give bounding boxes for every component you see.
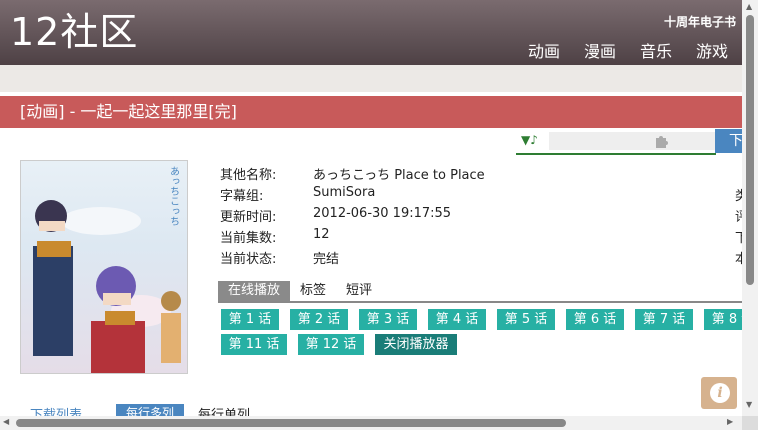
cover-image: あっちこっち: [20, 160, 188, 374]
puzzle-icon: [653, 133, 669, 153]
info-key: 更新时间:: [220, 210, 277, 225]
episode-button[interactable]: 第 7 话: [635, 309, 693, 330]
episode-button[interactable]: 第 12 话: [298, 334, 364, 355]
multi-column-toggle[interactable]: 每行多列: [116, 404, 185, 416]
nav-item-manga[interactable]: 漫画: [584, 38, 616, 62]
svg-text:あっちこっち: あっちこっち: [168, 166, 179, 226]
download-button[interactable]: 下: [715, 129, 745, 153]
site-logo[interactable]: 12社区: [10, 10, 138, 54]
nav-item-anime[interactable]: 动画: [528, 38, 560, 62]
info-row: 字幕组: SumiSora: [220, 185, 485, 206]
info-icon: i: [710, 383, 730, 403]
info-value: 12: [313, 227, 330, 242]
scroll-down-icon[interactable]: ▼: [746, 400, 752, 409]
info-key: 其他名称:: [220, 168, 277, 183]
close-player-button[interactable]: 关闭播放器: [375, 334, 457, 355]
nav-item-music[interactable]: 音乐: [640, 38, 672, 62]
episode-button[interactable]: 第 3 话: [359, 309, 417, 330]
scroll-right-icon[interactable]: ▶: [727, 417, 733, 426]
info-table: 其他名称: あっちこっち Place to Place 字幕组: SumiSor…: [220, 164, 485, 269]
scroll-up-icon[interactable]: ▲: [746, 2, 752, 11]
horizontal-scrollbar[interactable]: ◀ ▶: [0, 416, 742, 430]
music-player[interactable]: ▼♪: [516, 129, 729, 155]
tab-short-reviews[interactable]: 短评: [336, 281, 382, 301]
player-bar: [549, 132, 729, 150]
info-value: あっちこっち Place to Place: [313, 168, 485, 183]
info-row: 当前状态: 完结: [220, 248, 485, 269]
download-list-label: 下载列表: [30, 408, 83, 416]
page-title: [动画] - 一起一起这里那里[完]: [0, 96, 742, 128]
info-key: 当前状态:: [220, 252, 277, 267]
episode-button[interactable]: 第 5 话: [497, 309, 555, 330]
music-note-icon[interactable]: ▼♪: [521, 133, 538, 147]
episode-button[interactable]: 第 6 话: [566, 309, 624, 330]
tab-online-play[interactable]: 在线播放: [218, 281, 291, 301]
info-key: 字幕组:: [220, 189, 264, 204]
horizontal-scroll-thumb[interactable]: [16, 419, 566, 427]
main-nav: 动画 漫画 音乐 游戏: [528, 38, 728, 62]
episode-button[interactable]: 第 4 话: [428, 309, 486, 330]
episode-button[interactable]: 第 2 话: [290, 309, 348, 330]
download-list-header: 下载列表 每行多列 每行单列: [0, 404, 742, 416]
info-row: 更新时间: 2012-06-30 19:17:55: [220, 206, 485, 227]
info-key: 当前集数:: [220, 231, 277, 246]
nav-item-games[interactable]: 游戏: [696, 38, 728, 62]
episode-button[interactable]: 第 11 话: [221, 334, 287, 355]
scroll-left-icon[interactable]: ◀: [3, 417, 9, 426]
ebook-link[interactable]: 十周年电子书: [664, 13, 736, 30]
sub-header-band: [0, 65, 742, 92]
info-row: 当前集数: 12: [220, 227, 485, 248]
episode-button[interactable]: 第 1 话: [221, 309, 279, 330]
tab-tags[interactable]: 标签: [290, 281, 336, 301]
vertical-scrollbar[interactable]: ▲ ▼: [742, 0, 758, 430]
info-value[interactable]: SumiSora: [313, 185, 375, 206]
info-row: 其他名称: あっちこっち Place to Place: [220, 164, 485, 185]
info-value: 2012-06-30 19:17:55: [313, 206, 452, 221]
single-column-toggle[interactable]: 每行单列: [198, 404, 250, 416]
info-button[interactable]: i: [701, 377, 737, 409]
scrollbar-corner: [742, 416, 758, 430]
site-header: 12社区 十周年电子书 动画 漫画 音乐 游戏: [0, 0, 742, 65]
vertical-scroll-thumb[interactable]: [746, 15, 754, 285]
info-value: 完结: [313, 252, 340, 267]
content-tabs: 在线播放 标签 短评: [218, 281, 742, 303]
